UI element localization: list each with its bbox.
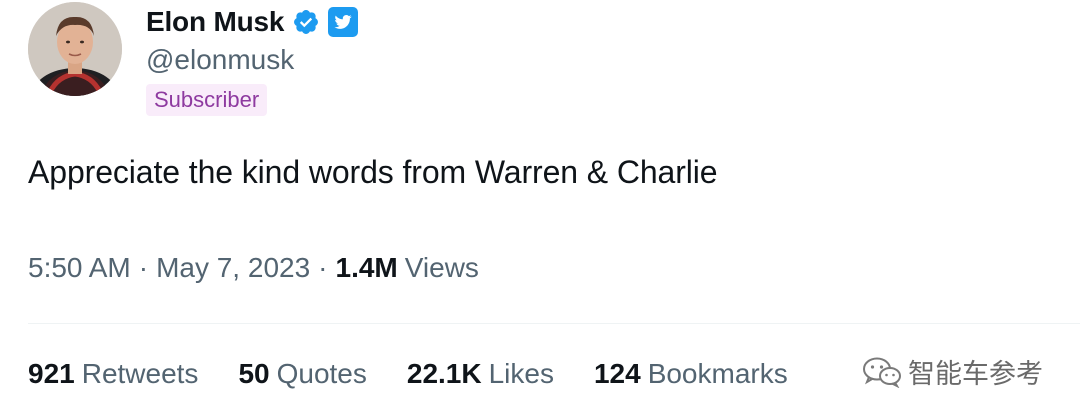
wechat-icon [862,356,902,388]
views-label: Views [404,252,479,283]
retweets-count: 921 [28,358,75,389]
tweet-card: Elon Musk @elonmusk Subscriber Appreciat… [0,0,1080,416]
meta-separator: · [318,252,328,283]
retweets-stat[interactable]: 921 Retweets [28,358,198,390]
author-name-row: Elon Musk [146,2,359,42]
retweets-label: Retweets [81,358,199,389]
avatar[interactable] [28,2,122,96]
tweet-date[interactable]: May 7, 2023 [156,252,310,284]
tweet-meta: 5:50 AM · May 7, 2023 · 1.4M Views [28,252,479,284]
bookmarks-label: Bookmarks [647,358,788,389]
divider [28,323,1080,324]
likes-stat[interactable]: 22.1K Likes [407,358,554,390]
twitter-bird-icon [328,7,359,37]
watermark: 智能车参考 [862,352,1043,391]
quotes-count: 50 [238,358,270,389]
likes-count: 22.1K [406,358,482,389]
author-handle[interactable]: @elonmusk [146,44,294,76]
verified-badge-icon[interactable] [292,8,320,36]
tweet-text: Appreciate the kind words from Warren & … [28,154,718,190]
watermark-text: 智能车参考 [908,359,1043,389]
quotes-stat[interactable]: 50 Quotes [238,358,366,390]
views-count: 1.4M [335,252,398,283]
quotes-label: Quotes [276,358,367,389]
subscriber-badge: Subscriber [146,84,268,116]
meta-separator: · [138,252,149,283]
bookmarks-stat[interactable]: 124 Bookmarks [594,358,788,390]
tweet-time[interactable]: 5:50 AM [28,252,131,284]
author-display-name[interactable]: Elon Musk [146,6,284,38]
engagement-stats: 921 Retweets 50 Quotes 22.1K Likes 124 B… [28,358,828,390]
bookmarks-count: 124 [593,358,641,389]
likes-label: Likes [488,358,554,389]
